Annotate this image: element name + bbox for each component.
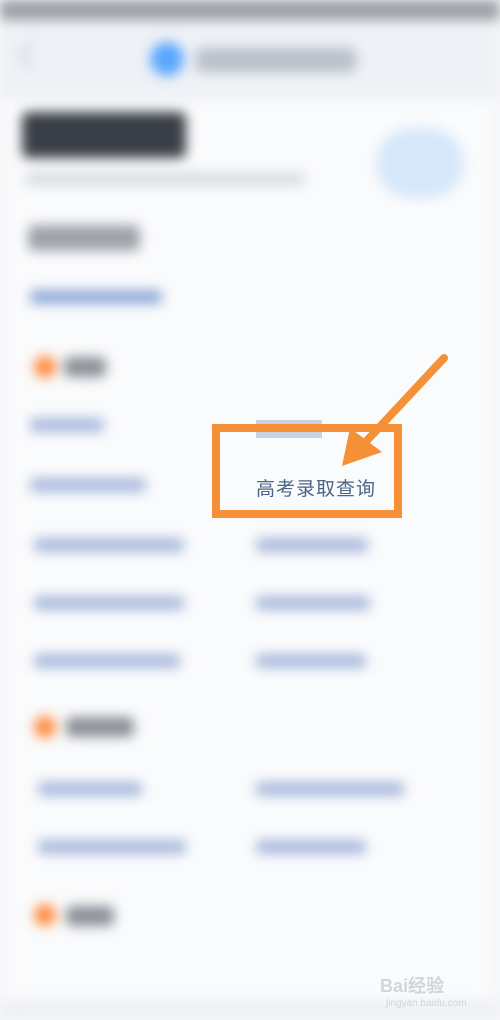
app-logo-icon (150, 42, 184, 76)
link-item[interactable] (34, 538, 184, 552)
link-item[interactable] (256, 782, 404, 796)
link-item[interactable] (256, 596, 370, 610)
link-item[interactable] (30, 418, 104, 432)
page-subtitle-blurred (25, 172, 305, 186)
watermark-brand: Bai经验 (380, 976, 445, 996)
section-title-blurred (66, 906, 114, 926)
link-item[interactable] (256, 840, 366, 854)
link-item[interactable] (38, 782, 142, 796)
section-title-blurred (28, 225, 140, 251)
watermark: Bai经验 jingyan.baidu.com (380, 964, 490, 1014)
link-item[interactable] (38, 840, 186, 854)
section-dot-icon (34, 356, 56, 378)
section-title-blurred (66, 717, 134, 737)
section-dot-icon (34, 716, 56, 738)
link-item[interactable] (30, 290, 162, 304)
page-heading-blurred (22, 112, 186, 158)
watermark-url: jingyan.baidu.com (386, 998, 467, 1009)
app-title-blurred (196, 48, 356, 72)
pointer-arrow-icon (342, 354, 448, 466)
link-item[interactable] (34, 596, 184, 610)
status-bar (0, 0, 500, 20)
header-illustration (376, 128, 464, 198)
section-title-blurred (64, 357, 106, 377)
link-item[interactable] (256, 538, 368, 552)
section-dot-icon (34, 904, 56, 926)
link-item[interactable] (30, 478, 146, 492)
link-item[interactable] (34, 654, 180, 668)
screenshot-page: 高考录取查询 Bai经验 jingyan.baidu.com (0, 0, 500, 1020)
link-item[interactable] (256, 654, 366, 668)
